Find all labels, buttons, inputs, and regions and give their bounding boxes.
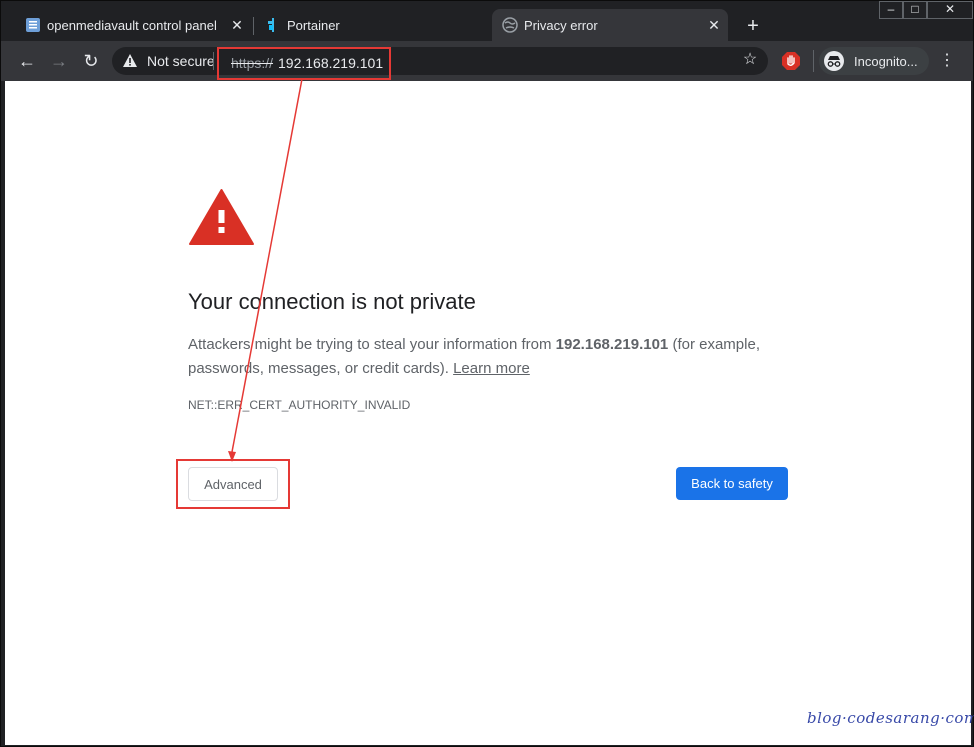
page-title: Your connection is not private	[188, 289, 476, 314]
tab-label: Privacy error	[524, 18, 598, 33]
tab-close-button[interactable]: ✕	[706, 17, 722, 33]
incognito-profile-button[interactable]: Incognito...	[819, 47, 929, 75]
portainer-icon	[268, 18, 274, 32]
back-to-safety-button[interactable]: Back to safety	[676, 467, 788, 500]
menu-icon[interactable]: ⋮	[939, 51, 955, 71]
learn-more-link[interactable]: Learn more	[453, 360, 530, 377]
description-host: 192.168.219.101	[555, 336, 669, 353]
tab-openmediavault[interactable]: openmediavault control panel - I ✕	[15, 9, 251, 41]
bookmark-star-icon[interactable]: ☆	[741, 51, 759, 69]
warning-icon[interactable]	[122, 53, 138, 69]
url-highlight-box	[217, 47, 391, 80]
incognito-icon	[824, 51, 844, 71]
tab-divider	[253, 17, 254, 35]
globe-icon	[502, 17, 518, 33]
tab-strip: openmediavault control panel - I ✕ Porta…	[1, 1, 973, 41]
tab-label: openmediavault control panel - I	[47, 18, 217, 33]
warning-triangle-icon	[189, 189, 254, 245]
page-content: Your connection is not private Attackers…	[5, 81, 974, 745]
back-button[interactable]: ←	[17, 51, 37, 71]
address-bar[interactable]: Not secure	[112, 47, 768, 75]
tab-label: Portainer	[287, 18, 340, 33]
browser-window: openmediavault control panel - I ✕ Porta…	[0, 0, 974, 747]
advanced-highlight-box	[176, 459, 290, 509]
tab-privacy-error[interactable]: Privacy error ✕	[492, 9, 728, 41]
window-close-button[interactable]: ✕	[927, 1, 973, 19]
forward-button[interactable]: →	[49, 51, 69, 71]
stop-hand-icon[interactable]	[781, 51, 801, 71]
error-description: Attackers might be trying to steal your …	[188, 333, 788, 381]
maximize-button[interactable]: □	[903, 1, 927, 19]
new-tab-button[interactable]: +	[742, 15, 764, 37]
watermark: blog·codesarang·com	[807, 709, 974, 727]
tab-close-button[interactable]: ✕	[229, 17, 245, 33]
reload-button[interactable]: ↻	[81, 51, 101, 71]
minimize-button[interactable]: –	[879, 1, 903, 19]
omnibox-divider	[213, 52, 214, 70]
error-code: NET::ERR_CERT_AUTHORITY_INVALID	[188, 398, 411, 412]
toolbar-divider	[813, 50, 814, 72]
document-icon	[26, 18, 40, 32]
not-secure-label[interactable]: Not secure	[147, 53, 215, 69]
tab-portainer[interactable]: Portainer	[255, 9, 491, 41]
description-prefix: Attackers might be trying to steal your …	[188, 336, 556, 353]
incognito-label: Incognito...	[854, 54, 918, 69]
